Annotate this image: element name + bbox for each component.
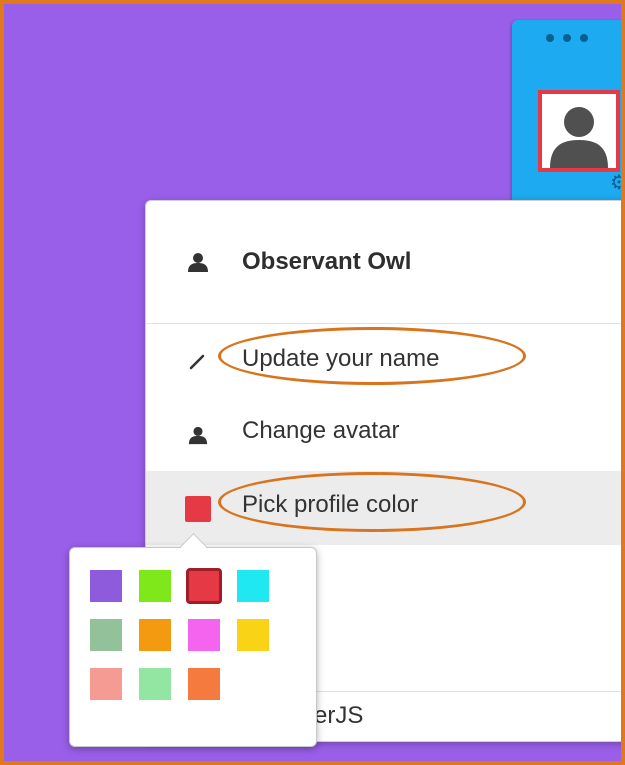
self-avatar-button[interactable] xyxy=(538,90,620,172)
current-color-swatch xyxy=(185,496,211,522)
profile-menu-header: Observant Owl xyxy=(146,201,621,324)
grip-dot xyxy=(546,34,554,42)
pencil-icon xyxy=(184,347,212,375)
menu-item-pick-color[interactable]: Pick profile color xyxy=(146,471,621,545)
color-swatch[interactable] xyxy=(188,668,220,700)
color-swatch[interactable] xyxy=(90,570,122,602)
togetherjs-dock: ⚙ xyxy=(512,20,621,210)
avatar-icon xyxy=(184,421,212,449)
page-stage: ⚙ Observant Owl Update your name xyxy=(0,0,625,765)
dock-grip-handle[interactable] xyxy=(546,34,588,42)
avatar-icon xyxy=(542,94,616,168)
menu-item-label: Update your name xyxy=(242,345,440,372)
gear-icon[interactable]: ⚙ xyxy=(608,172,621,194)
menu-item-label: Pick profile color xyxy=(242,491,419,518)
swatch-grid xyxy=(90,568,269,700)
color-swatch[interactable] xyxy=(237,619,269,651)
menu-item-update-name[interactable]: Update your name xyxy=(146,323,621,397)
color-swatch[interactable] xyxy=(90,668,122,700)
color-swatch[interactable] xyxy=(188,619,220,651)
grip-dot xyxy=(580,34,588,42)
menu-item-label: Change avatar xyxy=(242,417,400,444)
color-swatch[interactable] xyxy=(186,568,222,604)
grip-dot xyxy=(563,34,571,42)
user-name: Observant Owl xyxy=(242,248,412,275)
color-swatch[interactable] xyxy=(90,619,122,651)
menu-item-change-avatar[interactable]: Change avatar xyxy=(146,397,621,471)
color-swatch[interactable] xyxy=(237,570,269,602)
color-swatch[interactable] xyxy=(139,570,171,602)
color-swatch[interactable] xyxy=(139,619,171,651)
color-swatch[interactable] xyxy=(139,668,171,700)
user-icon xyxy=(184,248,212,276)
color-swatch-icon xyxy=(184,495,212,523)
color-picker-popover xyxy=(69,533,317,747)
